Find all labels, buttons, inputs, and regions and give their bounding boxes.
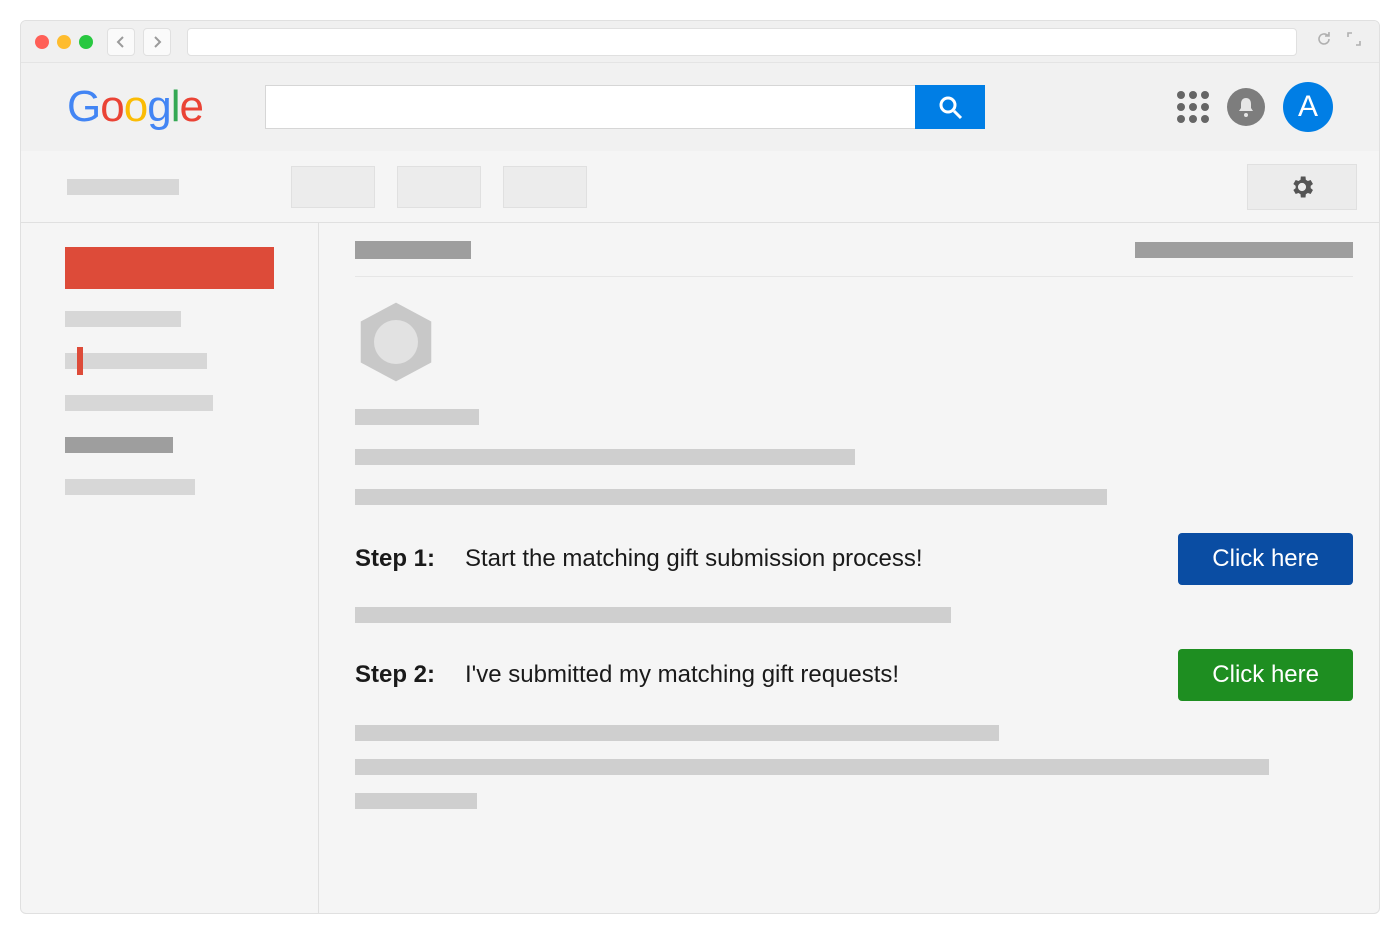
header-actions: A (1177, 82, 1333, 132)
nav-back-button[interactable] (107, 28, 135, 56)
body-placeholder-line (355, 725, 999, 741)
sidebar-item-1[interactable] (65, 311, 181, 327)
chevron-right-icon (152, 35, 162, 49)
bell-icon (1236, 96, 1256, 118)
url-bar[interactable] (187, 28, 1297, 56)
window-controls (35, 35, 93, 49)
body-placeholder-line (355, 759, 1269, 775)
settings-button[interactable] (1247, 164, 1357, 210)
notifications-button[interactable] (1227, 88, 1265, 126)
reload-icon (1316, 31, 1332, 47)
apps-launcher[interactable] (1177, 91, 1209, 123)
body-placeholder-line (355, 449, 855, 465)
reload-button[interactable] (1313, 31, 1335, 52)
window-minimize[interactable] (57, 35, 71, 49)
sidebar-item-3[interactable] (65, 395, 213, 411)
main-area: Step 1: Start the matching gift submissi… (21, 223, 1379, 913)
sidebar-item-5[interactable] (65, 479, 195, 495)
expand-icon (1347, 32, 1361, 46)
google-logo[interactable]: Google (67, 82, 203, 132)
toolbar-button-3[interactable] (503, 166, 587, 208)
step-2-label: Step 2: (355, 661, 465, 689)
sidebar (21, 223, 319, 913)
search-icon (936, 93, 964, 121)
sender-avatar[interactable] (355, 301, 437, 383)
toolbar-button-1[interactable] (291, 166, 375, 208)
toolbar (21, 151, 1379, 223)
step-1-text: Start the matching gift submission proce… (465, 545, 1166, 573)
body-placeholder-line (355, 489, 1107, 505)
step-2-cta-button[interactable]: Click here (1178, 649, 1353, 701)
google-header: Google A (21, 63, 1379, 151)
step-1-label: Step 1: (355, 545, 465, 573)
account-avatar[interactable]: A (1283, 82, 1333, 132)
step-1-row: Step 1: Start the matching gift submissi… (355, 533, 1353, 585)
chevron-left-icon (116, 35, 126, 49)
sidebar-item-4[interactable] (65, 437, 173, 453)
body-placeholder-line (355, 409, 479, 425)
window-close[interactable] (35, 35, 49, 49)
window-zoom[interactable] (79, 35, 93, 49)
email-subject-placeholder (355, 241, 471, 259)
step-1-cta-button[interactable]: Click here (1178, 533, 1353, 585)
body-placeholder-line (355, 793, 477, 809)
fullscreen-button[interactable] (1343, 32, 1365, 51)
search-button[interactable] (915, 85, 985, 129)
email-content: Step 1: Start the matching gift submissi… (319, 223, 1379, 913)
app-window: Google A (20, 20, 1380, 914)
browser-chrome (21, 21, 1379, 63)
nav-forward-button[interactable] (143, 28, 171, 56)
search-box (265, 85, 985, 129)
gear-icon (1288, 173, 1316, 201)
step-2-row: Step 2: I've submitted my matching gift … (355, 649, 1353, 701)
body-placeholder-line (355, 607, 951, 623)
toolbar-button-2[interactable] (397, 166, 481, 208)
sidebar-active-indicator (77, 347, 83, 375)
sidebar-item-2[interactable] (65, 353, 207, 369)
toolbar-buttons (291, 166, 587, 208)
sender-row (355, 301, 1353, 383)
compose-button[interactable] (65, 247, 274, 289)
avatar-initial: A (1298, 90, 1318, 124)
search-input[interactable] (265, 85, 915, 129)
email-meta-placeholder (1135, 242, 1353, 258)
step-2-text: I've submitted my matching gift requests… (465, 661, 1166, 689)
content-header (355, 223, 1353, 277)
toolbar-left-placeholder (67, 179, 179, 195)
sender-avatar-inner (374, 320, 418, 364)
